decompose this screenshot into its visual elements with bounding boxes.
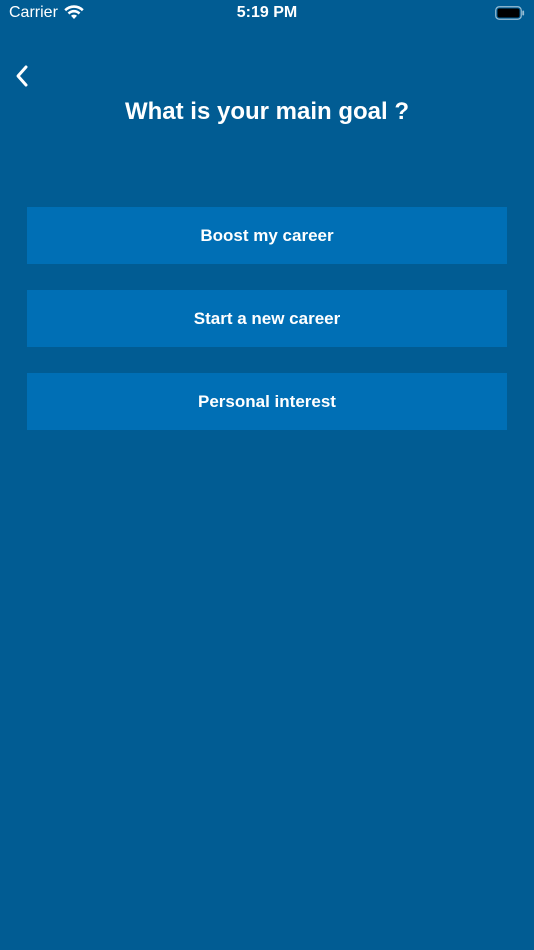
status-bar: Carrier 5:19 PM (0, 0, 534, 28)
page-title: What is your main goal ? (124, 98, 410, 125)
option-personal-interest-button[interactable]: Personal interest (27, 373, 507, 430)
back-button[interactable] (8, 62, 36, 90)
goal-options: Boost my career Start a new career Perso… (27, 207, 507, 456)
option-new-career-button[interactable]: Start a new career (27, 290, 507, 347)
chevron-left-icon (16, 65, 28, 87)
status-time: 5:19 PM (236, 4, 298, 21)
battery-icon (495, 6, 525, 20)
goal-screen: Carrier 5:19 PM What is your main goal ?… (0, 0, 534, 950)
option-boost-career-button[interactable]: Boost my career (27, 207, 507, 264)
